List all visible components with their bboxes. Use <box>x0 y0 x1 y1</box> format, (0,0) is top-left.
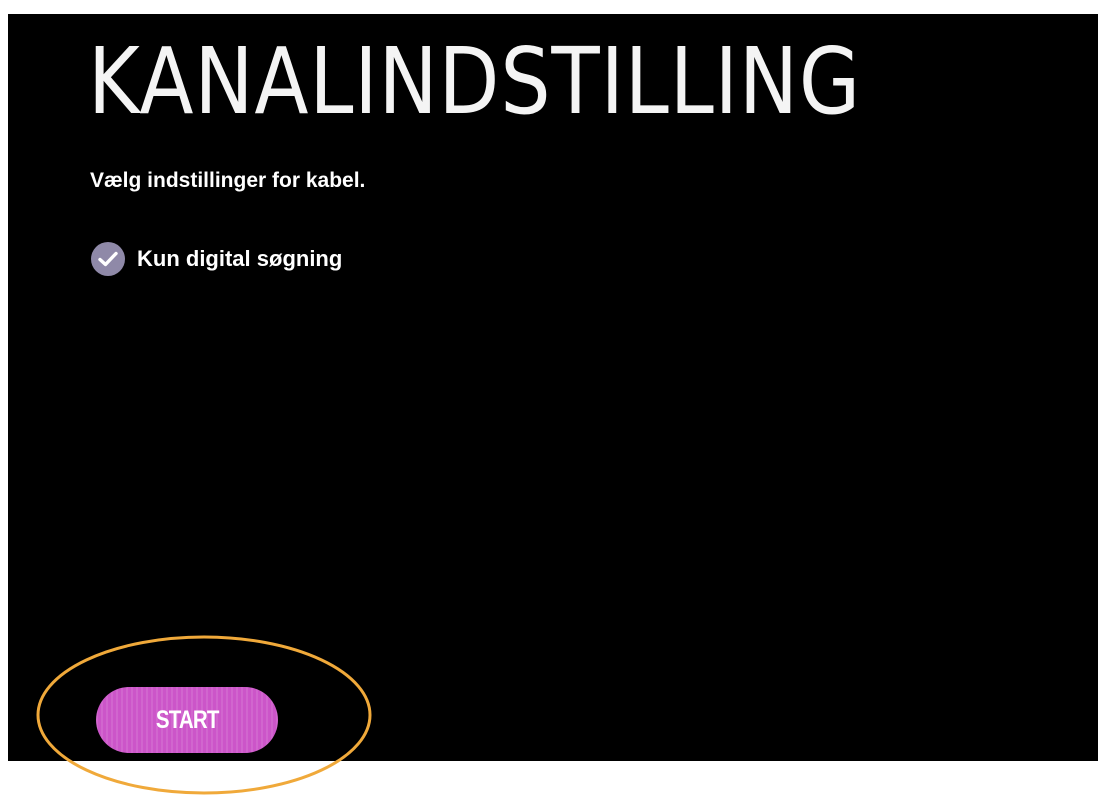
page-subtitle: Vælg indstillinger for kabel. <box>90 169 366 192</box>
digital-only-label: Kun digital søgning <box>137 246 343 271</box>
digital-only-option[interactable]: Kun digital søgning <box>91 242 342 276</box>
start-button[interactable]: START <box>96 687 278 753</box>
page-title: KANALINDSTILLING <box>88 28 862 135</box>
start-button-label: START <box>155 705 220 734</box>
checkmark-icon[interactable] <box>91 242 125 276</box>
tv-setup-screen: KANALINDSTILLING Vælg indstillinger for … <box>8 14 1098 761</box>
